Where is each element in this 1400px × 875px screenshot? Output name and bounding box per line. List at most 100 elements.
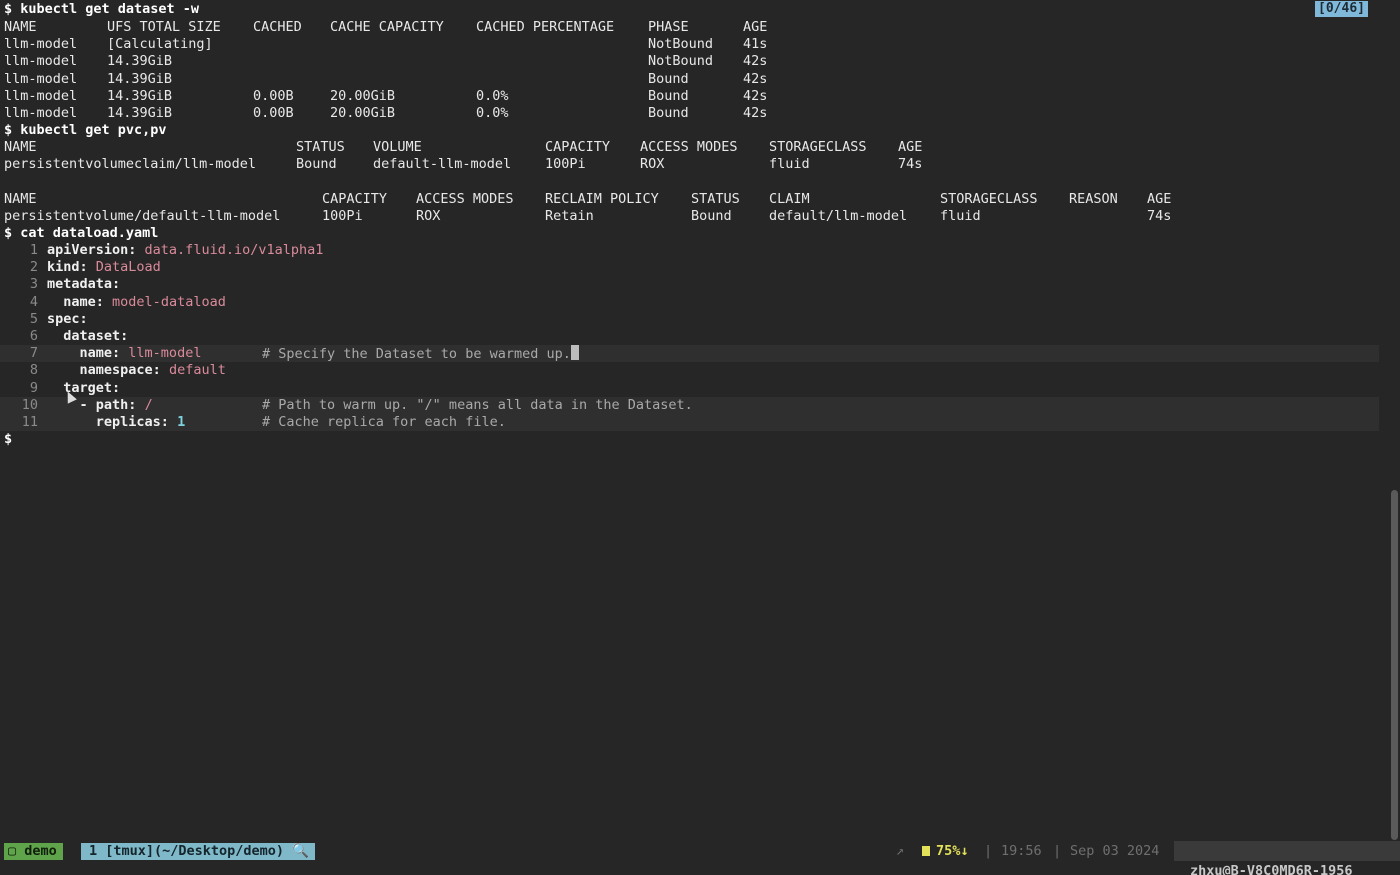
yaml-key: dataset: [63, 328, 129, 344]
yaml-key: name: [63, 293, 104, 310]
line-number: 2 [29, 259, 38, 276]
table-cell: persistentvolume/default-llm-model [4, 208, 281, 225]
yaml-comment: # Path to warm up. "/" means all data in… [262, 396, 693, 413]
line-number: 1 [29, 242, 38, 258]
table-cell: llm-model [4, 87, 78, 104]
table-cell: llm-model [4, 105, 78, 121]
code-line: 5 spec: [0, 311, 1379, 328]
terminal-pane[interactable]: [0/46] $ kubectl get dataset -w NAME UFS … [0, 0, 1388, 840]
table-cell: 0.00B [253, 87, 294, 104]
table-cell: Bound [691, 208, 732, 225]
code-text: name: model-dataload [47, 294, 226, 311]
line-number: 5 [29, 310, 38, 327]
column-header: AGE [898, 139, 923, 155]
prompt-cat-dataload: $ cat dataload.yaml [4, 225, 159, 241]
table-cell: Bound [648, 87, 689, 104]
column-header: CACHED PERCENTAGE [476, 19, 615, 35]
column-header: ACCESS MODES [416, 191, 514, 207]
yaml-key: kind: [47, 259, 88, 276]
yaml-key: replicas: [95, 414, 169, 430]
yaml-key: - path: [79, 396, 137, 413]
battery-percent: 75%↓ [936, 843, 969, 859]
line-number: 10 [21, 396, 38, 413]
code-text: kind: DataLoad [47, 259, 161, 276]
window-label: 1 [tmux](~/Desktop/demo) [89, 843, 285, 859]
column-header: REASON [1069, 191, 1118, 207]
code-line: 8 namespace: default [0, 362, 1379, 379]
code-text: target: [47, 380, 120, 397]
battery-icon [922, 846, 930, 856]
line-number: 11 [21, 414, 38, 430]
code-line: 2 kind: DataLoad [0, 259, 1379, 276]
yaml-comment: # Cache replica for each file. [262, 414, 506, 430]
column-header: NAME [4, 19, 37, 35]
tmux-window-tab[interactable]: 1 [tmux](~/Desktop/demo) 🔍 [81, 843, 316, 860]
table-cell: Bound [648, 105, 689, 121]
table-cell: ROX [416, 208, 441, 225]
code-line: 9 target: [0, 380, 1379, 397]
code-line: 3 metadata: [0, 276, 1379, 293]
table-cell: 41s [743, 36, 768, 53]
scrollbar[interactable] [1390, 0, 1398, 840]
table-cell: 42s [743, 87, 768, 104]
column-header: CACHED [253, 19, 302, 35]
table-cell: 74s [1147, 208, 1172, 225]
code-text: namespace: default [47, 362, 226, 379]
code-line: 10 - path: / # Path to warm up. "/" means… [0, 396, 1379, 414]
table-cell: Retain [545, 208, 594, 225]
session-icon: ▢ [8, 843, 25, 859]
status-separator: | [1053, 843, 1062, 859]
scrollbar-thumb[interactable] [1391, 490, 1398, 840]
code-text: spec: [47, 311, 88, 328]
table-cell: Bound [296, 156, 337, 173]
table-cell: 14.39GiB [107, 70, 173, 87]
status-separator: | [984, 843, 993, 859]
tmux-session-badge[interactable]: ▢ demo [4, 843, 63, 860]
code-text: metadata: [47, 276, 120, 293]
column-header: STATUS [691, 191, 740, 207]
column-header: NAME [4, 191, 37, 207]
status-date: Sep 03 2024 [1070, 843, 1160, 859]
column-header: PHASE [648, 19, 689, 35]
table-cell: fluid [940, 208, 981, 225]
table-cell: 0.0% [476, 105, 509, 121]
table-cell: llm-model [4, 36, 78, 53]
yaml-key: apiVersion: [47, 242, 137, 258]
column-header: RECLAIM POLICY [545, 191, 659, 207]
host-block: zhxu@B-V8C0MD6R-1956 – [1174, 841, 1400, 875]
yaml-value: model-dataload [112, 293, 226, 310]
shell-prompt[interactable]: $ [4, 431, 12, 448]
yaml-key: spec: [47, 310, 88, 327]
prompt-kubectl-get-pvc-pv: $ kubectl get pvc,pv [4, 122, 167, 138]
yaml-value: 1 [177, 414, 186, 430]
table-cell: NotBound [648, 36, 714, 53]
code-text: dataset: [47, 328, 128, 345]
yaml-value: default [168, 362, 226, 379]
code-line: 7 name: llm-model # Specify the Dataset t… [0, 345, 1379, 363]
table-cell: fluid [769, 156, 810, 173]
column-header: CACHE CAPACITY [330, 19, 444, 35]
table-cell: 0.00B [253, 105, 294, 121]
yaml-key: namespace: [79, 362, 161, 379]
table-cell: 74s [898, 156, 923, 173]
table-cell: 0.0% [476, 87, 509, 104]
yaml-key: metadata: [47, 276, 121, 293]
code-text: apiVersion: data.fluid.io/v1alpha1 [47, 242, 323, 259]
line-number: 3 [29, 276, 38, 293]
column-header: CLAIM [769, 191, 810, 207]
line-number: 7 [29, 345, 38, 362]
table-cell: 20.00GiB [330, 105, 396, 121]
column-header: CAPACITY [322, 191, 388, 207]
status-host: zhxu@B-V8C0MD6R-1956 [1190, 863, 1353, 875]
column-header: ACCESS MODES [640, 139, 738, 155]
code-line: 1 apiVersion: data.fluid.io/v1alpha1 [0, 242, 1379, 259]
column-header: AGE [743, 19, 768, 35]
column-header: STORAGECLASS [769, 139, 867, 155]
zoom-search-icon: 🔍 [292, 843, 310, 859]
yaml-key: name: [79, 345, 121, 362]
table-cell: llm-model [4, 70, 78, 87]
code-text: replicas: 1 [47, 414, 185, 431]
table-cell: NotBound [648, 53, 714, 70]
tmux-copy-mode-indicator: [0/46] [1315, 1, 1368, 17]
table-cell: 14.39GiB [107, 87, 173, 104]
